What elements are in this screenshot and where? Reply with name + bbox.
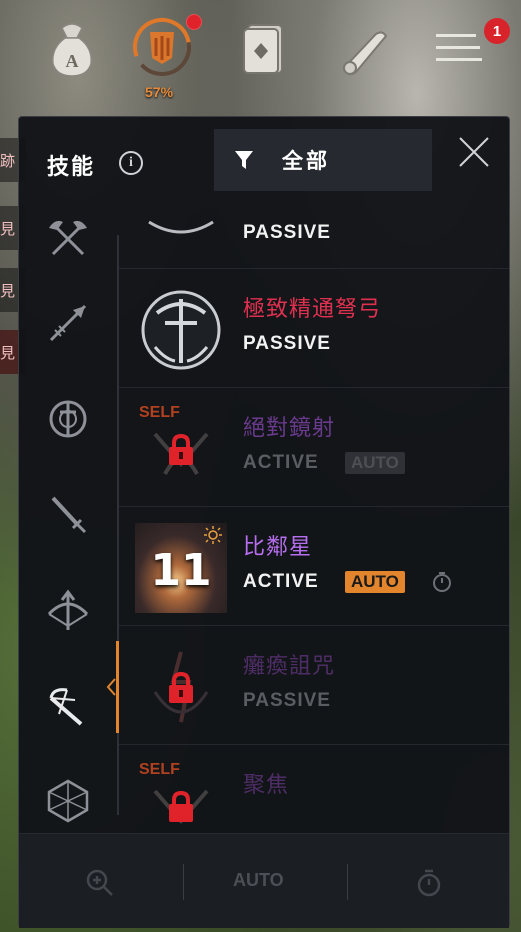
skill-name: 癱瘓詛咒: [243, 654, 336, 679]
money-bag-icon[interactable]: A: [44, 18, 100, 80]
skill-tree-icon[interactable]: [130, 14, 194, 80]
notification-count-badge: 1: [484, 18, 510, 44]
skill-name: 絕對鏡射: [243, 416, 336, 441]
chevron-left-icon: [106, 678, 116, 696]
skill-row[interactable]: SELF 聚焦: [119, 745, 509, 832]
skill-type: PASSIVE: [243, 690, 331, 711]
auto-badge[interactable]: AUTO: [345, 571, 405, 593]
skill-name: 聚焦: [243, 773, 290, 798]
filter-icon: [235, 151, 253, 169]
notification-dot: [186, 14, 202, 30]
panel-title: 技能: [47, 155, 96, 180]
scroll-icon[interactable]: [336, 24, 394, 80]
skill-type: PASSIVE: [243, 222, 331, 243]
skills-panel: 技能 i 全部 PASSIVE 極致精通弩弓 PASSIVE SELF 絕對鏡射…: [18, 116, 510, 928]
spear-icon[interactable]: [45, 300, 91, 346]
skill-level: 11: [150, 545, 212, 596]
menu-icon[interactable]: [432, 26, 488, 70]
skill-row[interactable]: 癱瘓詛咒 PASSIVE: [119, 626, 509, 745]
skill-type: ACTIVE: [243, 571, 319, 592]
lock-icon: [167, 671, 195, 704]
filter-dropdown[interactable]: 全部: [214, 129, 432, 191]
skill-thumbnail: [135, 212, 227, 240]
sun-icon: [204, 526, 222, 544]
cooldown-timer-icon: [431, 571, 453, 597]
lock-icon: [167, 790, 195, 823]
axe-icon[interactable]: [45, 216, 91, 262]
skill-thumbnail: 11: [135, 523, 227, 613]
self-tag: SELF: [139, 404, 180, 421]
skill-row[interactable]: 極致精通弩弓 PASSIVE: [119, 269, 509, 388]
panel-header: 技能 i 全部: [19, 117, 509, 212]
filter-label: 全部: [282, 149, 330, 173]
lock-icon: [167, 433, 195, 466]
skill-name: 比鄰星: [243, 535, 313, 560]
skill-list[interactable]: PASSIVE 極致精通弩弓 PASSIVE SELF 絕對鏡射 ACTIVE …: [119, 212, 509, 832]
close-icon[interactable]: [457, 135, 491, 169]
progress-percent: 57%: [145, 84, 174, 100]
skill-type: PASSIVE: [243, 333, 331, 354]
top-hud: A 57% 1: [0, 0, 521, 110]
skill-name: 極致精通弩弓: [243, 297, 382, 322]
zoom-in-icon[interactable]: [85, 868, 115, 902]
toolbar-divider: [183, 864, 184, 900]
auto-badge: AUTO: [345, 452, 405, 474]
shield-sword-icon[interactable]: [45, 396, 91, 442]
svg-text:A: A: [66, 51, 79, 71]
skill-thumbnail: [135, 285, 227, 375]
skill-type: ACTIVE: [243, 452, 319, 473]
crossbow-icon[interactable]: [45, 684, 91, 730]
skill-row[interactable]: PASSIVE: [119, 212, 509, 269]
category-rail: [19, 212, 119, 832]
bottom-toolbar: AUTO: [19, 833, 509, 928]
self-tag: SELF: [139, 761, 180, 778]
skill-row[interactable]: 11 比鄰星 ACTIVE AUTO: [119, 507, 509, 626]
dagger-icon[interactable]: [45, 492, 91, 538]
skill-row[interactable]: SELF 絕對鏡射 ACTIVE AUTO: [119, 388, 509, 507]
card-icon[interactable]: [238, 20, 290, 78]
info-icon[interactable]: i: [119, 151, 143, 175]
dice-icon[interactable]: [45, 778, 91, 824]
bow-icon[interactable]: [45, 588, 91, 634]
auto-toggle[interactable]: AUTO: [233, 870, 284, 891]
timer-icon[interactable]: [415, 868, 443, 902]
toolbar-divider: [347, 864, 348, 900]
